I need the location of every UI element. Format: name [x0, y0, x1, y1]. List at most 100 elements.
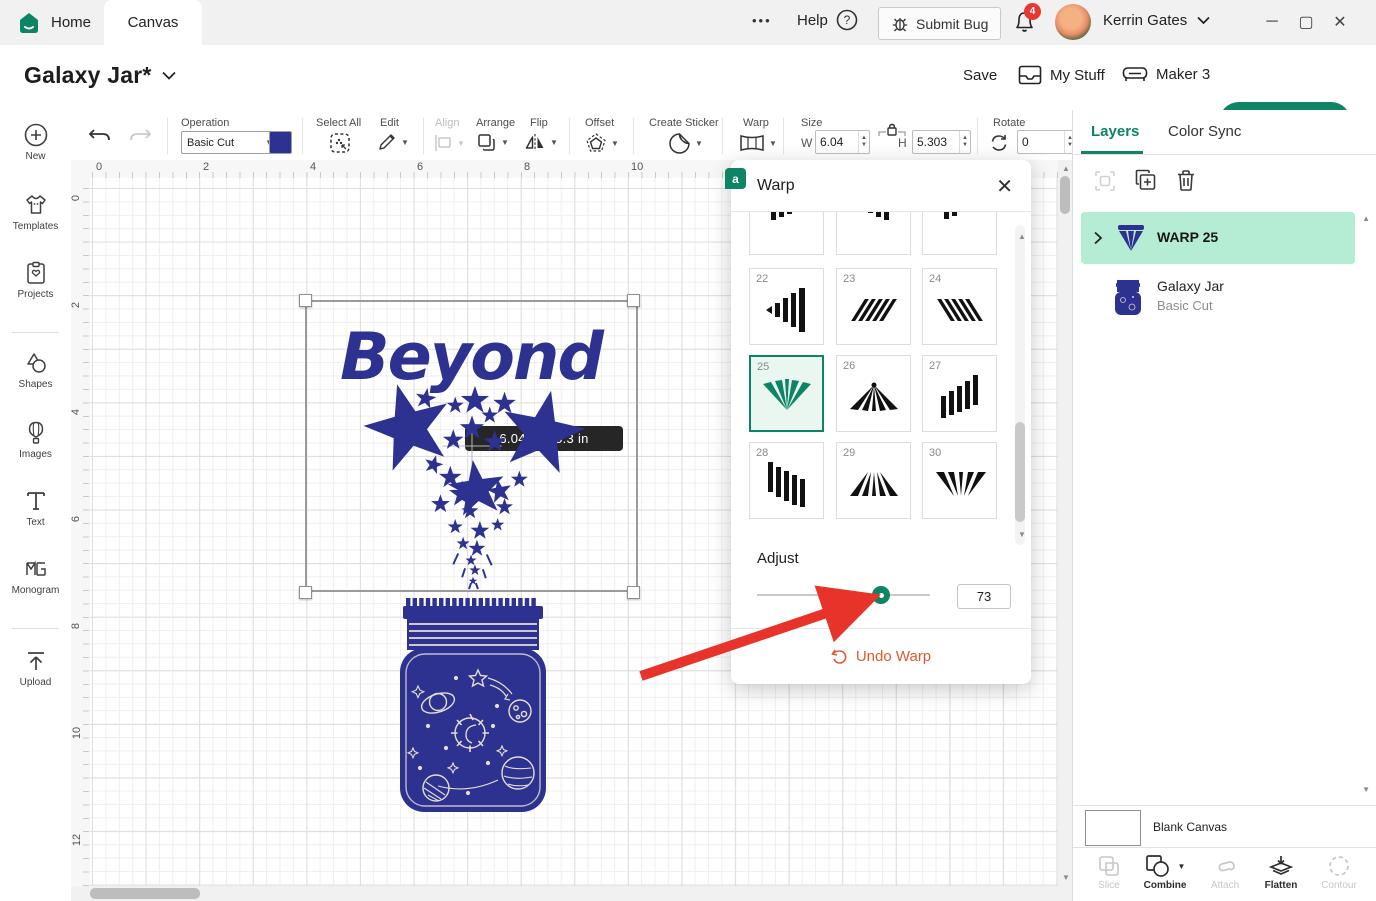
warp-grid-scroll-thumb[interactable]	[1015, 422, 1025, 522]
attach-button[interactable]: Attach	[1197, 854, 1253, 891]
notifications-button[interactable]: 4	[1012, 10, 1037, 35]
warp-tile-22[interactable]: 22	[749, 268, 824, 345]
rotate-input[interactable]: ▲▼	[1017, 130, 1075, 154]
height-label: H	[898, 136, 907, 150]
selection-bounding-box[interactable]: Beyond	[305, 300, 638, 592]
warp-tile-27[interactable]: 27	[922, 355, 997, 432]
height-input[interactable]: ▲▼	[912, 130, 971, 154]
monogram-icon	[23, 556, 49, 582]
scroll-up-arrow-icon[interactable]: ▲	[1362, 214, 1370, 223]
warp-tile-30[interactable]: 30	[922, 442, 997, 519]
duplicate-icon[interactable]	[1133, 168, 1158, 193]
edit-dropdown[interactable]: ▼	[377, 132, 409, 152]
adjust-value-input[interactable]: 73	[957, 584, 1011, 609]
contour-button[interactable]: Contour	[1311, 854, 1367, 891]
warp-tile-25-selected[interactable]: 25	[749, 355, 824, 432]
horizontal-scroll-thumb[interactable]	[90, 888, 200, 899]
warp-tile-partial[interactable]	[836, 212, 911, 255]
arrange-layers-icon	[476, 132, 497, 153]
my-stuff-button[interactable]: My Stuff	[1018, 65, 1105, 85]
selection-handle-bottom-left[interactable]	[299, 586, 312, 599]
delete-trash-icon[interactable]	[1174, 168, 1198, 193]
align-dropdown[interactable]: ▼	[433, 134, 465, 152]
warp-tile-23[interactable]: 23	[836, 268, 911, 345]
sidebar-item-new[interactable]: New	[0, 122, 71, 162]
warp-tile-29[interactable]: 29	[836, 442, 911, 519]
select-all-icon[interactable]	[329, 132, 351, 154]
slice-button[interactable]: Slice	[1081, 854, 1137, 891]
submit-bug-button[interactable]: Submit Bug	[878, 7, 1001, 40]
layer-actions-row	[1073, 155, 1376, 207]
canvas-tab[interactable]: Canvas	[104, 0, 202, 45]
layer-row-warp25[interactable]: WARP 25	[1081, 212, 1355, 264]
combine-button[interactable]: ▼ Combine	[1137, 854, 1193, 891]
home-tab[interactable]: Home	[16, 0, 91, 45]
sidebar-item-templates[interactable]: Templates	[0, 192, 71, 232]
galaxy-jar-design[interactable]	[398, 598, 548, 813]
rotate-icon[interactable]	[989, 133, 1009, 153]
operation-color-swatch[interactable]	[269, 131, 292, 154]
machine-select-button[interactable]: Maker 3	[1122, 65, 1210, 84]
sidebar-item-text[interactable]: Text	[0, 488, 71, 528]
operation-dropdown[interactable]: Basic Cut ▼	[181, 131, 279, 154]
flip-dropdown[interactable]: ▼	[524, 132, 558, 153]
width-input[interactable]: ▲▼	[815, 130, 870, 154]
help-menu[interactable]: Help ?	[797, 9, 858, 31]
blank-canvas-row[interactable]: Blank Canvas	[1073, 805, 1376, 848]
warp-tile-24[interactable]: 24	[922, 268, 997, 345]
window-close-button[interactable]: ✕	[1323, 7, 1357, 37]
sidebar-item-projects[interactable]: Projects	[0, 260, 71, 300]
galaxy-jar-layer-thumbnail	[1114, 280, 1142, 316]
warp-panel-close-icon[interactable]: ✕	[996, 174, 1013, 199]
tab-layers[interactable]: Layers	[1091, 123, 1139, 140]
scroll-down-arrow-icon[interactable]: ▼	[1018, 530, 1026, 539]
user-menu[interactable]: Kerrin Gates	[1103, 12, 1210, 29]
chevron-right-icon[interactable]	[1093, 231, 1103, 245]
selection-handle-top-right[interactable]	[627, 294, 640, 307]
scroll-down-arrow-icon[interactable]: ▼	[1062, 873, 1070, 882]
group-icon[interactable]	[1093, 169, 1117, 193]
arrange-dropdown[interactable]: ▼	[476, 132, 509, 153]
layer-row-galaxy-jar[interactable]: Galaxy Jar Basic Cut	[1081, 270, 1355, 326]
height-stepper[interactable]: ▲▼	[959, 131, 970, 153]
offset-dropdown[interactable]: ▼	[585, 132, 619, 154]
adjust-slider-knob[interactable]	[872, 586, 890, 604]
canvas-horizontal-scrollbar[interactable]	[71, 886, 1072, 901]
warp-tile-partial[interactable]	[922, 212, 997, 255]
save-button[interactable]: Save	[963, 67, 997, 84]
size-lock-icon[interactable]	[877, 123, 907, 137]
width-stepper[interactable]: ▲▼	[858, 131, 869, 153]
warp-dropdown[interactable]: ▼	[739, 134, 777, 152]
adjust-slider-track[interactable]	[757, 594, 930, 596]
sidebar-item-monogram[interactable]: Monogram	[0, 556, 71, 596]
user-avatar[interactable]	[1055, 4, 1091, 40]
scroll-up-arrow-icon[interactable]: ▲	[1062, 164, 1070, 173]
selection-handle-bottom-right[interactable]	[627, 586, 640, 599]
redo-icon[interactable]	[128, 128, 152, 146]
warp-tile-28[interactable]: 28	[749, 442, 824, 519]
flatten-button[interactable]: Flatten	[1253, 854, 1309, 891]
sidebar-item-images[interactable]: Images	[0, 420, 71, 460]
scroll-down-arrow-icon[interactable]: ▼	[1362, 785, 1370, 794]
warped-design-beyond-stars[interactable]: Beyond	[307, 302, 636, 590]
blank-canvas-swatch[interactable]	[1085, 810, 1141, 846]
undo-icon[interactable]	[88, 128, 112, 146]
combine-icon	[1145, 854, 1171, 878]
warp-tile-26[interactable]: 26	[836, 355, 911, 432]
window-maximize-button[interactable]: ▢	[1289, 7, 1323, 37]
project-title-menu[interactable]: Galaxy Jar*	[24, 62, 176, 89]
canvas-vertical-scrollbar[interactable]: ▲ ▼	[1058, 160, 1072, 886]
tab-color-sync[interactable]: Color Sync	[1168, 123, 1241, 140]
selection-handle-top-left[interactable]	[299, 294, 312, 307]
scroll-up-arrow-icon[interactable]: ▲	[1018, 232, 1026, 241]
window-minimize-button[interactable]: ─	[1255, 7, 1289, 37]
vertical-scroll-thumb[interactable]	[1060, 176, 1070, 214]
sidebar-item-upload[interactable]: Upload	[0, 648, 71, 688]
attach-paperclip-icon	[1212, 854, 1238, 878]
more-menu-icon[interactable]: •••	[752, 13, 772, 28]
undo-warp-button[interactable]: Undo Warp	[731, 628, 1031, 684]
create-sticker-dropdown[interactable]: ▼	[668, 132, 703, 155]
home-label: Home	[51, 14, 91, 31]
sidebar-item-shapes[interactable]: Shapes	[0, 350, 71, 390]
warp-tile-partial[interactable]	[749, 212, 824, 255]
